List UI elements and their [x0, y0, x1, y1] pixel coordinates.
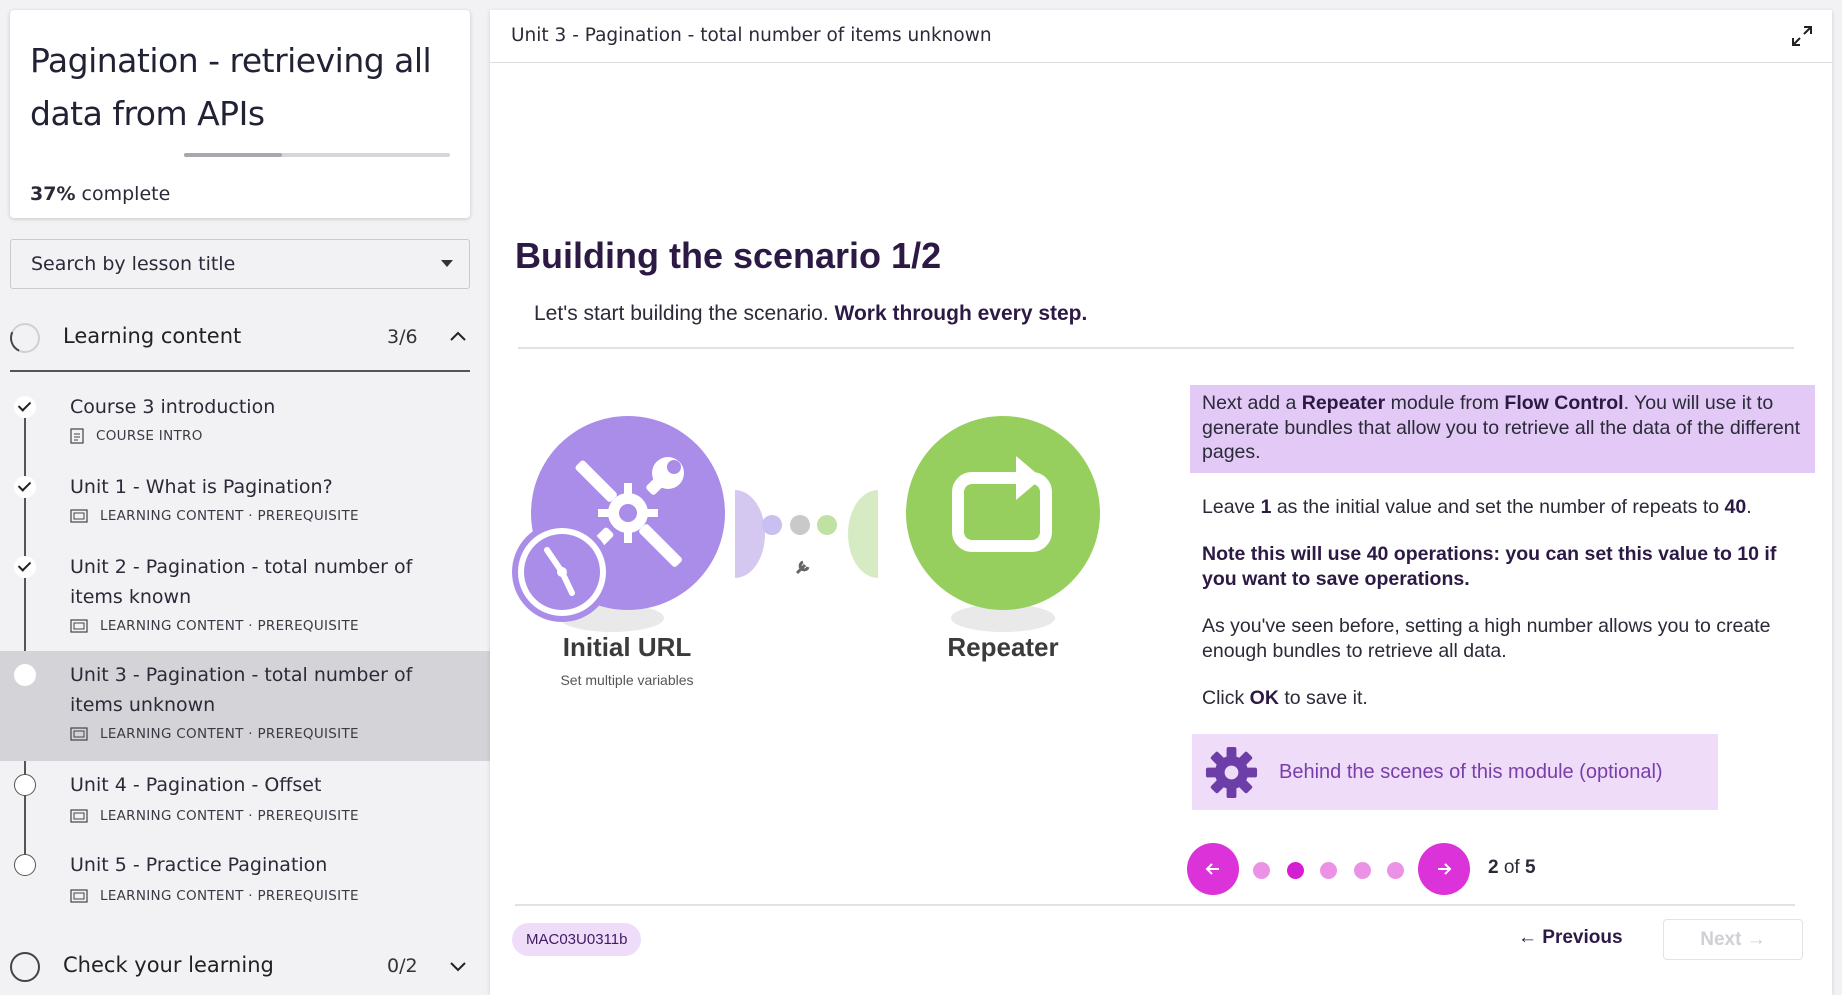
lesson-title: Unit 1 - What is Pagination? [70, 476, 333, 498]
step-counter: 2 of 5 [1488, 857, 1536, 878]
unit-title: Unit 3 - Pagination - total number of it… [511, 25, 992, 46]
step-dot[interactable] [1286, 862, 1304, 879]
behind-the-scenes-accordion[interactable]: Behind the scenes of this module (option… [1192, 734, 1718, 810]
progress-text: 37% complete [30, 183, 170, 205]
instruction-paragraph: As you've seen before, setting a high nu… [1202, 615, 1771, 662]
lesson-content: Unit 3 - Pagination - total number of it… [490, 10, 1832, 995]
check-icon [14, 476, 36, 498]
lesson-title: Course 3 introduction [70, 396, 276, 418]
lesson-topbar: Unit 3 - Pagination - total number of it… [490, 10, 1832, 63]
section-progress-ring-icon [10, 952, 40, 982]
progress-suffix: complete [75, 183, 171, 205]
lesson-meta: LEARNING CONTENT · PREREQUISITE [70, 888, 359, 904]
next-button[interactable]: Next → [1663, 919, 1803, 960]
incomplete-circle-icon [14, 854, 36, 876]
lesson-meta: LEARNING CONTENT · PREREQUISITE [70, 618, 359, 634]
section-progress-ring-icon [5, 318, 45, 358]
lesson-item-current[interactable]: Unit 3 - Pagination - total number of it… [0, 651, 490, 761]
chevron-down-icon[interactable] [441, 260, 453, 267]
step-dot[interactable] [1387, 862, 1404, 879]
step-dot[interactable] [1353, 862, 1371, 879]
current-lesson-icon [14, 664, 36, 686]
section-divider [10, 370, 470, 372]
divider [515, 904, 1795, 906]
progress-bar [184, 153, 450, 157]
presentation-icon [70, 509, 88, 523]
document-icon [70, 428, 84, 444]
arrow-left-icon [1205, 863, 1219, 875]
arrow-right-icon [1438, 863, 1452, 875]
next-step-button[interactable] [1418, 843, 1470, 895]
presentation-icon [70, 889, 88, 903]
progress-bar-fill [184, 153, 283, 157]
lesson-title: Unit 2 - Pagination - total number of it… [70, 556, 413, 608]
lesson-meta: LEARNING CONTENT · PREREQUISITE [70, 808, 359, 824]
chevron-down-icon[interactable] [448, 956, 468, 976]
progress-percent: 37% [30, 183, 76, 205]
lesson-item[interactable]: Unit 2 - Pagination - total number of it… [0, 550, 490, 650]
previous-button[interactable]: ← Previous [1518, 927, 1623, 949]
lesson-meta: COURSE INTRO [70, 428, 203, 444]
presentation-icon [70, 809, 88, 823]
accordion-label: Behind the scenes of this module (option… [1279, 760, 1663, 783]
scenario-diagram: Initial URL Set multiple variables Repea… [510, 400, 1110, 730]
lesson-meta: LEARNING CONTENT · PREREQUISITE [70, 508, 359, 524]
instruction-paragraph: Leave 1 as the initial value and set the… [1202, 495, 1752, 518]
check-icon [14, 556, 36, 578]
module-label: Initial URL [562, 632, 692, 662]
section-count: 0/2 [387, 955, 418, 977]
intro-emphasis: Work through every step. [834, 302, 1088, 325]
tools-module-icon [512, 416, 765, 622]
highlighted-instruction: Next add a Repeater module from Flow Con… [1190, 385, 1815, 473]
lesson-title: Unit 4 - Pagination - Offset [70, 774, 322, 796]
check-icon [14, 396, 36, 418]
gear-icon [1205, 746, 1258, 798]
section-label: Learning content [63, 324, 242, 348]
section-count: 3/6 [387, 326, 418, 348]
chevron-up-icon[interactable] [448, 327, 468, 347]
step-dot[interactable] [1253, 862, 1270, 879]
lesson-code-badge: MAC03U0311b [512, 923, 642, 956]
incomplete-circle-icon [14, 774, 36, 796]
search-input[interactable] [11, 240, 431, 288]
repeater-module-icon [848, 416, 1100, 610]
lesson-item[interactable]: Course 3 introduction COURSE INTRO [0, 390, 490, 460]
lesson-title: Unit 3 - Pagination - total number of it… [70, 664, 413, 716]
lesson-item[interactable]: Unit 1 - What is Pagination? LEARNING CO… [0, 470, 490, 540]
lesson-heading: Building the scenario 1/2 [515, 235, 942, 276]
presentation-icon [70, 727, 88, 741]
instruction-note: Note this will use 40 operations: you ca… [1202, 543, 1777, 590]
lesson-meta: LEARNING CONTENT · PREREQUISITE [70, 726, 359, 742]
instruction-paragraph: Click OK to save it. [1202, 687, 1368, 709]
lesson-title: Unit 5 - Practice Pagination [70, 854, 328, 876]
connector-dots-icon [762, 515, 837, 575]
section-learning-content[interactable]: Learning content 3/6 [5, 311, 470, 367]
instructions: Next add a Repeater module from Flow Con… [1190, 385, 1815, 711]
divider [518, 347, 1794, 349]
expand-icon[interactable] [1790, 24, 1814, 48]
lesson-intro: Let's start building the scenario. Work … [534, 302, 1087, 326]
course-sidebar: Pagination - retrieving all data from AP… [0, 0, 490, 995]
lesson-search[interactable] [10, 239, 470, 289]
presentation-icon [70, 619, 88, 633]
module-label: Repeater [947, 632, 1059, 662]
section-label: Check your learning [63, 953, 274, 977]
lesson-item[interactable]: Unit 5 - Practice Pagination LEARNING CO… [0, 852, 490, 922]
module-sublabel: Set multiple variables [560, 672, 694, 688]
course-title: Pagination - retrieving all data from AP… [30, 41, 432, 133]
intro-text: Let's start building the scenario. [534, 302, 835, 325]
course-card: Pagination - retrieving all data from AP… [10, 10, 470, 218]
section-check-your-learning[interactable]: Check your learning 0/2 [10, 940, 470, 995]
step-dot[interactable] [1320, 862, 1337, 879]
lesson-item[interactable]: Unit 4 - Pagination - Offset LEARNING CO… [0, 772, 490, 842]
prev-step-button[interactable] [1187, 843, 1239, 895]
step-pager: 2 of 5 [1187, 843, 1587, 895]
